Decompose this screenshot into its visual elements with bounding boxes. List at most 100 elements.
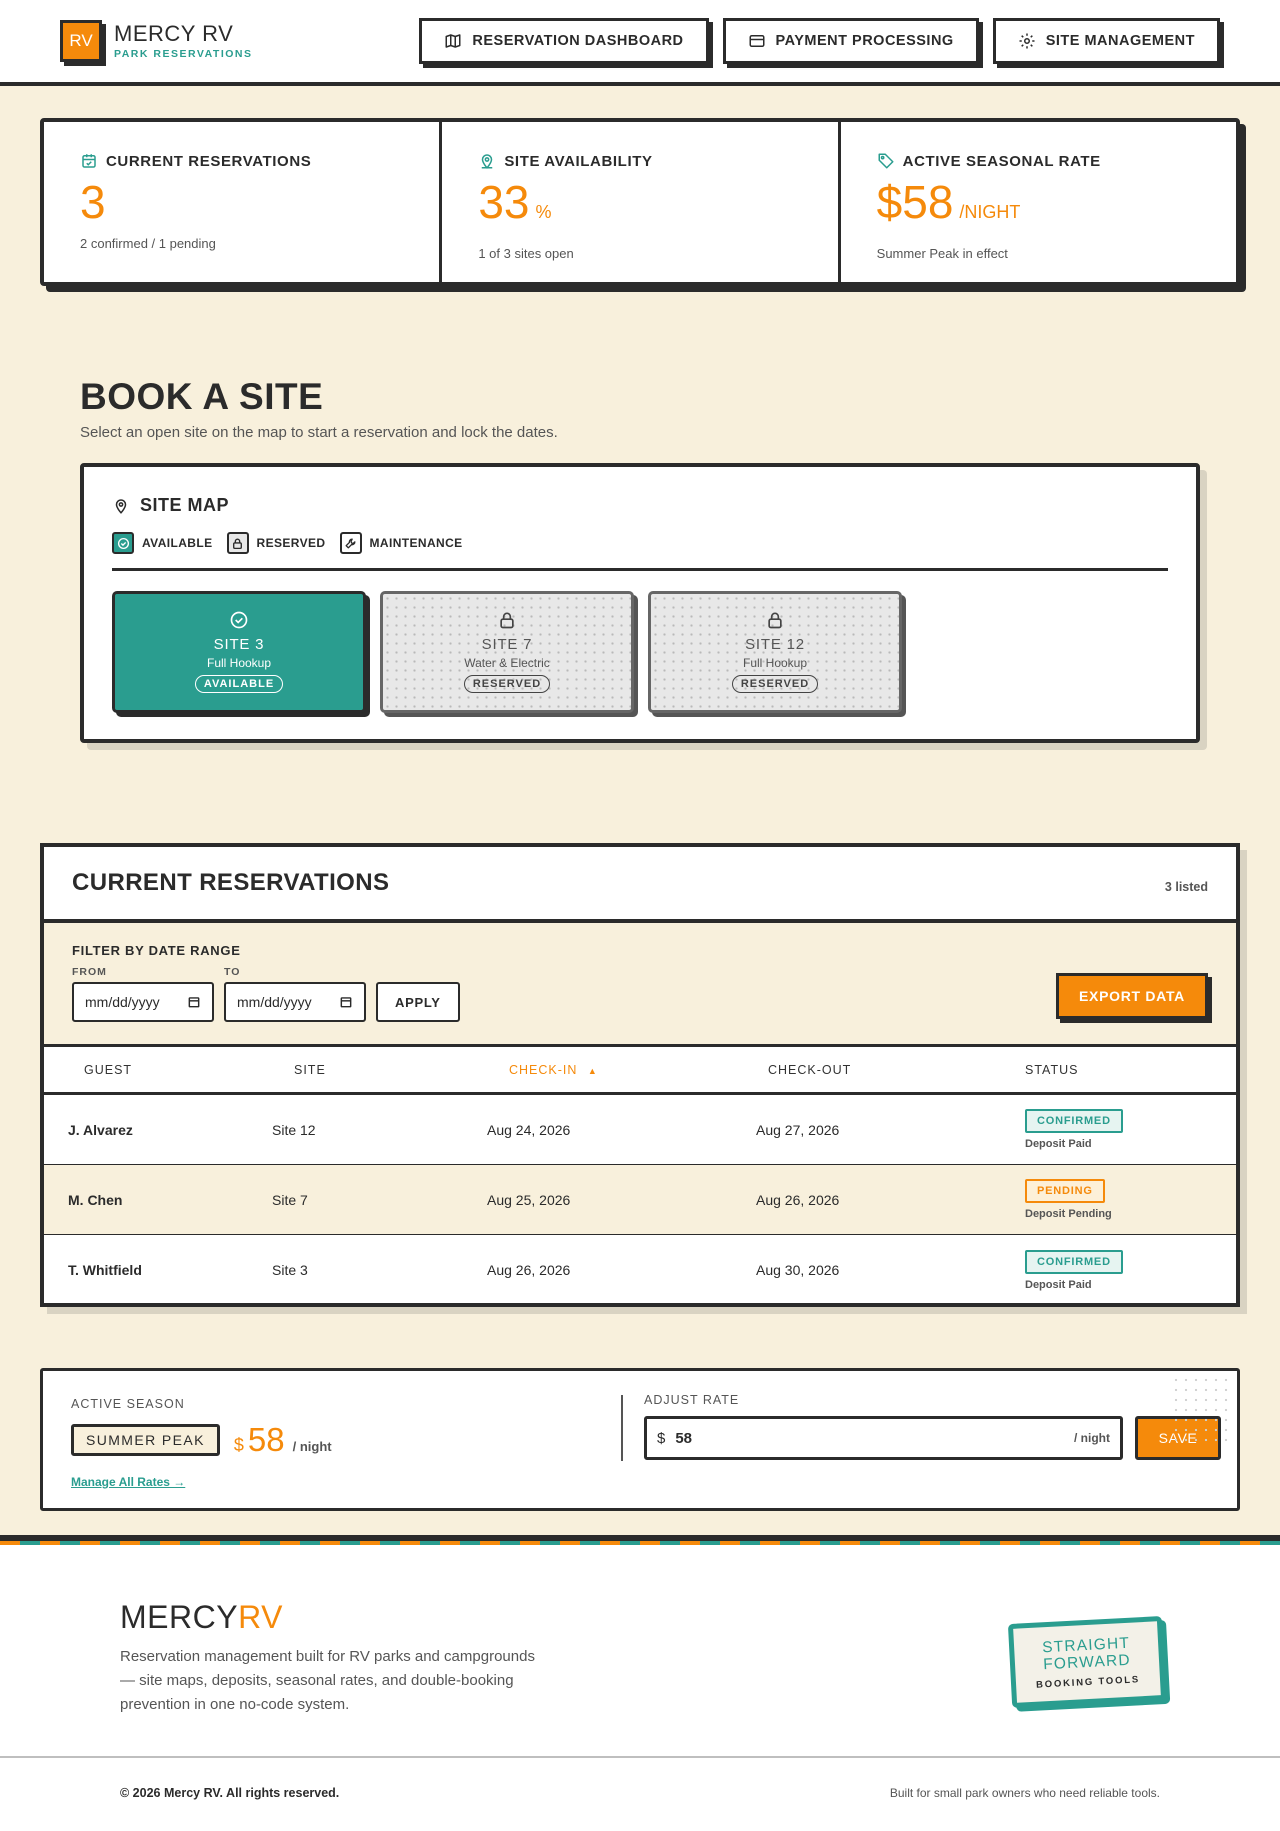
site-type: Full Hookup [206,656,272,670]
stat-note: 1 of 3 sites open [478,246,574,261]
rate-input-suffix: / night [1074,1431,1110,1445]
table-row[interactable]: J. Alvarez Site 12 Aug 24, 2026 Aug 27, … [44,1095,1236,1165]
active-season-block: ACTIVE SEASON SUMMER PEAK $ 58 / night M… [71,1397,601,1491]
status-note: Deposit Paid [1025,1138,1092,1150]
current-rate: $ 58 / night [234,1421,332,1459]
seasonal-rate-card: ACTIVE SEASON SUMMER PEAK $ 58 / night M… [40,1368,1240,1511]
date-placeholder: mm/dd/yyyy [237,994,312,1010]
manage-all-rates-link[interactable]: Manage All Rates → [71,1475,185,1489]
footer: MERCYRV Reservation management built for… [0,1545,1280,1831]
stat-label-row: CURRENT RESERVATIONS [80,152,403,170]
to-date-input[interactable]: mm/dd/yyyy [224,982,366,1022]
stat-value: 33 [478,176,530,228]
sort-asc-icon: ▲ [587,1065,598,1076]
rate-input[interactable]: $ 58 / night [644,1416,1123,1460]
to-label: TO [224,966,241,978]
status-badge: PENDING [1025,1179,1105,1203]
site-status-badge: RESERVED [463,675,551,693]
adjust-rate-label: ADJUST RATE [644,1393,740,1407]
lock-icon [500,612,514,629]
stat-label-row: SITE AVAILABILITY [478,152,801,170]
to-field: TO mm/dd/yyyy [224,966,366,1022]
export-data-button[interactable]: EXPORT DATA [1056,973,1208,1019]
cell-guest: T. Whitfield [68,1262,142,1278]
credit-card-icon [749,35,765,47]
nav-payment-processing[interactable]: PAYMENT PROCESSING [722,18,979,64]
brand[interactable]: RV MERCY RV PARK RESERVATIONS [60,20,253,62]
gear-icon [1019,33,1035,49]
lock-icon [768,612,782,629]
nav-label: SITE MANAGEMENT [1045,33,1195,49]
table-row[interactable]: T. Whitfield Site 3 Aug 26, 2026 Aug 30,… [44,1235,1236,1305]
legend-label: AVAILABLE [142,536,213,550]
brand-subtitle: PARK RESERVATIONS [114,47,253,60]
site-tile-12[interactable]: SITE 12 Full Hookup RESERVED [648,591,902,713]
legend-available: AVAILABLE [112,532,213,554]
section-subtitle-book: Select an open site on the map to start … [80,424,558,441]
table-body: J. Alvarez Site 12 Aug 24, 2026 Aug 27, … [44,1095,1236,1305]
cell-guest: M. Chen [68,1191,123,1208]
site-tile-3[interactable]: SITE 3 Full Hookup AVAILABLE [112,591,366,713]
date-filter: FILTER BY DATE RANGE FROM mm/dd/yyyy TO … [44,923,1236,1047]
legend-label: MAINTENANCE [369,536,463,550]
filter-row: FROM mm/dd/yyyy TO mm/dd/yyyy APPLY [72,966,1208,1022]
site-map-title: SITE MAP [140,495,230,515]
date-placeholder: mm/dd/yyyy [85,994,160,1010]
site-name: SITE 12 [745,636,805,653]
stat-value-row: 3 [80,178,403,226]
legend-reserved: RESERVED [226,532,326,554]
reservations-header: CURRENT RESERVATIONS 3 listed [44,847,1236,923]
stat-unit: /NIGHT [959,202,1021,222]
rate-currency: $ [233,1435,244,1455]
nav-reservation-dashboard[interactable]: RESERVATION DASHBOARD [419,18,709,64]
column-header-site[interactable]: SITE [272,1063,487,1077]
nav-label: RESERVATION DASHBOARD [472,33,684,49]
column-header-check-out[interactable]: CHECK-OUT [756,1063,1025,1077]
site-map-header: SITE MAP [112,495,1168,516]
stat-site-availability: SITE AVAILABILITY 33 % 1 of 3 sites open [442,122,841,282]
calendar-icon [82,154,96,168]
cell-check-in: Aug 25, 2026 [487,1191,571,1208]
calendar-icon [188,997,200,1008]
legend-maintenance: MAINTENANCE [339,532,463,554]
active-season-label: ACTIVE SEASON [71,1397,185,1411]
rate-per: / night [292,1439,332,1454]
site-type: Full Hookup [742,656,808,670]
cell-status: CONFIRMED Deposit Paid [1025,1249,1236,1291]
stat-value-row: $58 /NIGHT [877,178,1200,236]
section-title-book: BOOK A SITE [80,376,324,417]
location-pin-icon [482,154,493,169]
cell-check-in: Aug 26, 2026 [487,1262,571,1278]
footer-brand[interactable]: MERCYRV [120,1599,283,1636]
from-field: FROM mm/dd/yyyy [72,966,214,1022]
stat-note: Summer Peak in effect [876,246,1008,261]
cell-check-out: Aug 30, 2026 [756,1262,840,1278]
table-row[interactable]: M. Chen Site 7 Aug 25, 2026 Aug 26, 2026… [44,1165,1236,1235]
stat-active-seasonal-rate: ACTIVE SEASONAL RATE $58 /NIGHT Summer P… [841,122,1236,282]
nav-site-management[interactable]: SITE MANAGEMENT [992,18,1220,64]
site-grid: SITE 3 Full Hookup AVAILABLE SITE 7 Wate… [112,591,1168,713]
site-status-badge: AVAILABLE [194,675,284,693]
column-header-guest[interactable]: GUEST [44,1063,272,1077]
cell-status: PENDING Deposit Pending [1025,1179,1236,1220]
footer-tagline: Built for small park owners who need rel… [889,1786,1160,1800]
season-pill: SUMMER PEAK [71,1424,220,1456]
footer-brand-main: MERCY [120,1599,239,1635]
stats-panel: CURRENT RESERVATIONS 3 2 confirmed / 1 p… [40,118,1240,286]
from-date-input[interactable]: mm/dd/yyyy [72,982,214,1022]
stat-label: SITE AVAILABILITY [504,152,653,170]
location-pin-icon [115,498,127,514]
stat-value-row: 33 % [478,178,801,236]
map-icon [445,34,461,48]
cell-site: Site 12 [272,1121,316,1138]
site-tile-7[interactable]: SITE 7 Water & Electric RESERVED [380,591,634,713]
site-type: Water & Electric [464,656,550,670]
cell-status: CONFIRMED Deposit Paid [1025,1109,1236,1150]
cell-check-out: Aug 26, 2026 [756,1191,840,1208]
apply-button[interactable]: APPLY [376,982,460,1022]
column-header-status[interactable]: STATUS [1025,1063,1236,1077]
save-rate-button[interactable]: SAVE [1135,1416,1221,1460]
adjust-rate-block: ADJUST RATE $ 58 / night SAVE [644,1393,1221,1460]
site-map-legend: AVAILABLE RESERVED MAINTENANCE [112,532,1168,571]
column-header-check-in[interactable]: CHECK-IN ▲ [487,1063,756,1077]
